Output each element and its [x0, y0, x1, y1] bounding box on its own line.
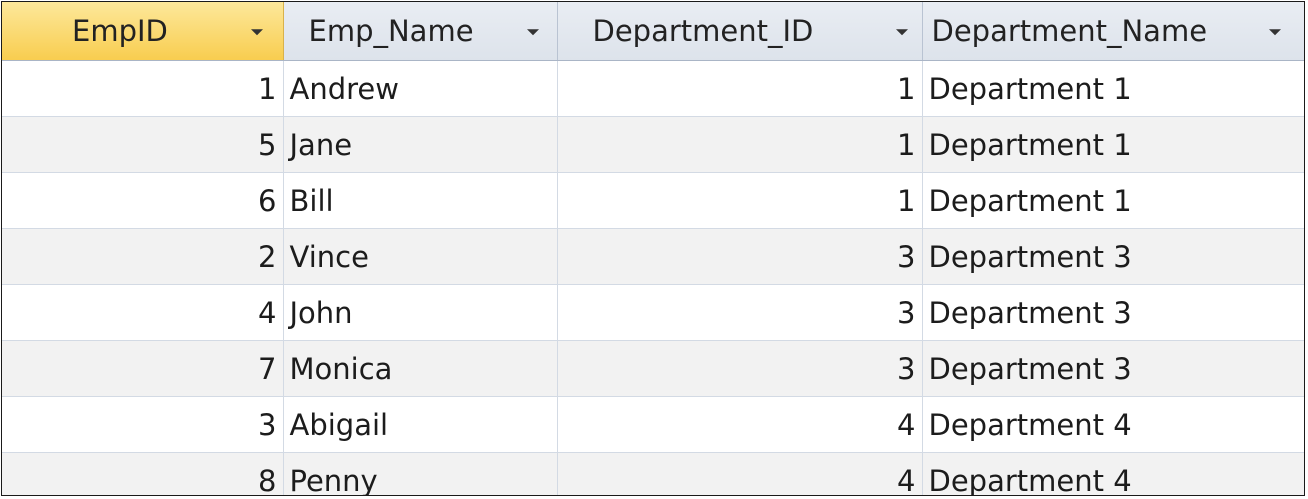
table-row[interactable]: 3 Abigail 4 Department 4: [2, 396, 1304, 453]
column-header-label: EmpID: [72, 14, 168, 48]
column-header-empid[interactable]: EmpID: [2, 2, 284, 61]
cell-department-id[interactable]: 3: [557, 228, 923, 285]
cell-empid[interactable]: 6: [2, 172, 284, 229]
cell-empid[interactable]: 3: [2, 396, 284, 453]
table-row[interactable]: 4 John 3 Department 3: [2, 284, 1304, 341]
cell-empid[interactable]: 4: [2, 284, 284, 341]
cell-department-name[interactable]: Department 3: [922, 340, 1304, 397]
column-header-label: Department_Name: [931, 14, 1208, 48]
cell-department-name[interactable]: Department 1: [922, 172, 1304, 229]
cell-empid[interactable]: 2: [2, 228, 284, 285]
cell-emp-name[interactable]: Monica: [283, 340, 558, 397]
cell-emp-name[interactable]: Bill: [283, 172, 558, 229]
cell-department-name[interactable]: Department 3: [922, 284, 1304, 341]
column-header-label: Department_ID: [592, 14, 814, 48]
dropdown-arrow-icon[interactable]: [1268, 29, 1281, 36]
column-header-department-id[interactable]: Department_ID: [557, 2, 923, 61]
cell-department-id[interactable]: 1: [557, 172, 923, 229]
cell-department-id[interactable]: 3: [557, 284, 923, 341]
column-header-label: Emp_Name: [308, 14, 474, 48]
column-header-department-name[interactable]: Department_Name: [922, 2, 1304, 61]
cell-department-name[interactable]: Department 1: [922, 60, 1304, 117]
cell-emp-name[interactable]: Penny: [283, 452, 558, 495]
cell-department-id[interactable]: 3: [557, 340, 923, 397]
header-row: EmpID Emp_Name Department_ID Department_…: [2, 2, 1304, 61]
table-row[interactable]: 8 Penny 4 Department 4: [2, 452, 1304, 495]
cell-empid[interactable]: 5: [2, 116, 284, 173]
cell-emp-name[interactable]: Vince: [283, 228, 558, 285]
cell-emp-name[interactable]: Abigail: [283, 396, 558, 453]
table-row[interactable]: 5 Jane 1 Department 1: [2, 116, 1304, 173]
cell-department-id[interactable]: 1: [557, 116, 923, 173]
column-header-emp-name[interactable]: Emp_Name: [283, 2, 558, 61]
cell-department-name[interactable]: Department 3: [922, 228, 1304, 285]
cell-empid[interactable]: 1: [2, 60, 284, 117]
cell-empid[interactable]: 8: [2, 452, 284, 495]
dropdown-arrow-icon[interactable]: [251, 29, 263, 36]
table-row[interactable]: 7 Monica 3 Department 3: [2, 340, 1304, 397]
dropdown-arrow-icon[interactable]: [526, 29, 539, 36]
cell-emp-name[interactable]: Andrew: [283, 60, 558, 117]
table-row[interactable]: 1 Andrew 1 Department 1: [2, 60, 1304, 117]
table-row[interactable]: 6 Bill 1 Department 1: [2, 172, 1304, 229]
cell-department-id[interactable]: 1: [557, 60, 923, 117]
cell-empid[interactable]: 7: [2, 340, 284, 397]
cell-department-name[interactable]: Department 4: [922, 452, 1304, 495]
datasheet-table: EmpID Emp_Name Department_ID Department_…: [2, 2, 1304, 495]
cell-emp-name[interactable]: Jane: [283, 116, 558, 173]
table-row[interactable]: 2 Vince 3 Department 3: [2, 228, 1304, 285]
cell-emp-name[interactable]: John: [283, 284, 558, 341]
cell-department-id[interactable]: 4: [557, 396, 923, 453]
cell-department-name[interactable]: Department 1: [922, 116, 1304, 173]
dropdown-arrow-icon[interactable]: [895, 29, 908, 36]
cell-department-id[interactable]: 4: [557, 452, 923, 495]
datasheet-view: EmpID Emp_Name Department_ID Department_…: [1, 1, 1305, 496]
cell-department-name[interactable]: Department 4: [922, 396, 1304, 453]
